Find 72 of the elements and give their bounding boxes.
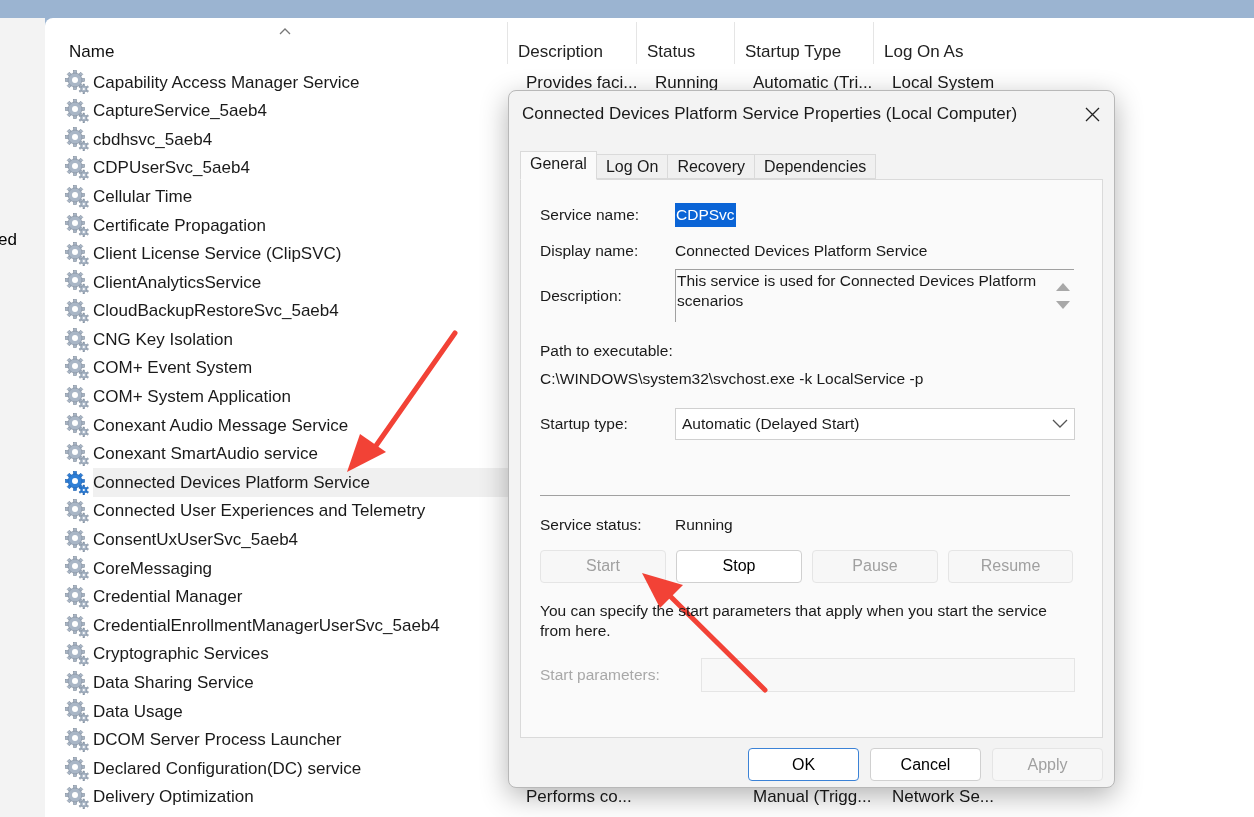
tab[interactable]: General: [520, 151, 597, 180]
gear-icon: [64, 613, 89, 638]
gear-icon: [64, 156, 89, 181]
gear-icon: [64, 413, 89, 438]
gear-icon: [64, 70, 89, 95]
table-cell: Conexant SmartAudio service: [93, 444, 318, 464]
gear-icon: [64, 785, 89, 810]
field-label: Startup type:: [540, 413, 629, 434]
tab[interactable]: Recovery: [668, 154, 755, 179]
gear-icon: [64, 299, 89, 324]
service-name-value: CDPSvc: [675, 203, 736, 227]
tab[interactable]: Dependencies: [755, 154, 877, 179]
gear-icon: [64, 642, 89, 667]
field-label: Display name:: [540, 241, 640, 262]
gear-icon: [64, 499, 89, 524]
table-cell: Data Usage: [93, 701, 183, 721]
dialog-button[interactable]: Cancel: [870, 748, 981, 781]
tab[interactable]: Log On: [596, 154, 669, 179]
gear-icon: [64, 213, 89, 238]
field-label: Service name:: [540, 205, 641, 226]
column-header[interactable]: Description: [518, 38, 604, 64]
table-cell: Network Se...: [892, 787, 995, 807]
description-box[interactable]: This service is used for Connected Devices Platform scenarios: [675, 269, 1074, 322]
chevron-down-icon: [1052, 418, 1068, 429]
path-value: C:\WINDOWS\system32\svchost.exe -k LocalService -p: [540, 369, 925, 390]
column-header[interactable]: Startup Type: [745, 38, 842, 64]
field-label: Service status:: [540, 514, 643, 535]
gear-icon: [64, 470, 89, 495]
service-status-value: Running: [675, 514, 733, 535]
gear-icon: [64, 556, 89, 581]
column-header[interactable]: Name: [69, 38, 115, 64]
table-cell: Local System: [892, 72, 995, 92]
gear-icon: [64, 98, 89, 123]
table-cell: Running: [655, 72, 719, 92]
gear-icon: [64, 384, 89, 409]
sort-ascending-icon: [279, 27, 291, 35]
table-cell: DCOM Server Process Launcher: [93, 730, 342, 750]
table-cell: Delivery Optimization: [93, 787, 254, 807]
gear-icon: [64, 442, 89, 466]
gear-icon: [64, 327, 89, 352]
table-cell: Manual (Trigg...: [753, 787, 872, 807]
table-cell: Cellular Time: [93, 186, 193, 206]
table-cell: Provides faci...: [526, 72, 638, 92]
table-cell: Connected Devices Platform Service: [93, 472, 370, 492]
gear-icon: [64, 270, 89, 295]
table-cell: Cryptographic Services: [93, 644, 269, 664]
gear-icon: [64, 756, 89, 781]
close-icon[interactable]: [1085, 106, 1100, 122]
gear-icon: [64, 127, 89, 152]
service-control-button[interactable]: Stop: [676, 549, 802, 583]
gear-icon: [64, 699, 89, 724]
field-label: Description:: [540, 285, 623, 306]
field-label: Path to executable:: [540, 341, 674, 361]
gear-icon: [64, 585, 89, 609]
table-cell: Automatic (Tri...: [753, 72, 873, 92]
dialog-button[interactable]: OK: [748, 748, 859, 781]
gear-icon: [64, 670, 89, 695]
gear-icon: [64, 527, 89, 552]
column-header[interactable]: Log On As: [884, 38, 964, 64]
gear-icon: [64, 356, 89, 381]
column-header[interactable]: Status: [647, 38, 696, 64]
window-title: Connected Devices Platform Service Properties (Local Computer): [522, 103, 1018, 126]
startup-type-dropdown[interactable]: Automatic (Delayed Start): [675, 407, 1075, 440]
gear-icon: [64, 241, 89, 266]
gear-icon: [64, 727, 89, 752]
table-cell: Capability Access Manager Service: [93, 72, 360, 92]
display-name-value: Connected Devices Platform Service: [675, 241, 928, 262]
gear-icon: [64, 184, 89, 209]
table-cell: Performs co...: [526, 787, 632, 807]
table-cell: cbdhsvc_5aeb4: [93, 129, 213, 149]
field-label: Start parameters:: [540, 665, 661, 686]
table-cell: COM+ System Application: [93, 387, 291, 407]
